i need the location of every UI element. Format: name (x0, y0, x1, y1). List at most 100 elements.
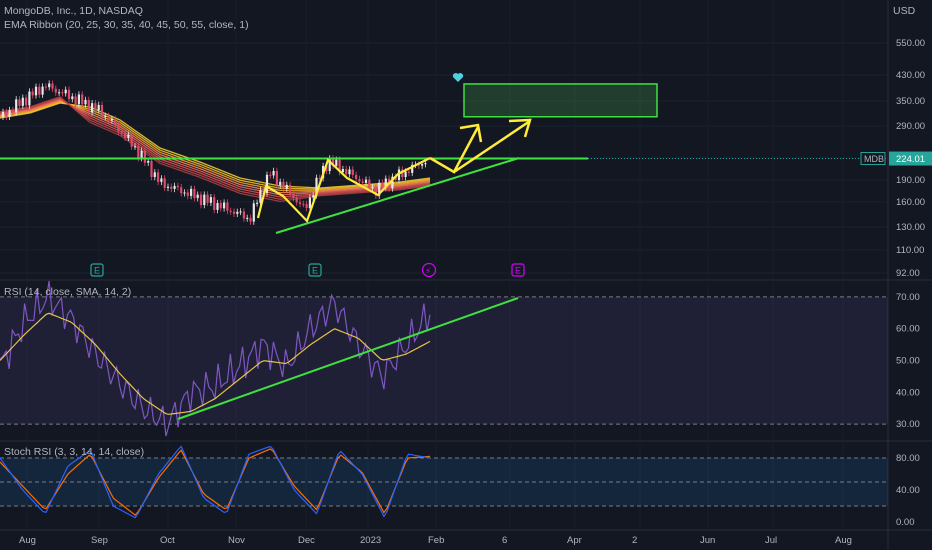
candle-up (21, 97, 24, 106)
candle-up (48, 83, 51, 88)
candle-down (355, 174, 358, 179)
time-tick-label: Feb (428, 535, 444, 546)
candle-up (279, 181, 282, 186)
candle-down (94, 103, 97, 110)
time-tick-label: Jun (700, 535, 715, 546)
symbol-title: MongoDB, Inc., 1D, NASDAQ (4, 5, 143, 17)
candle-up (166, 186, 170, 188)
currency-label: USD (893, 5, 916, 17)
candle-up (183, 192, 186, 194)
candle-up (110, 118, 113, 121)
time-tick-label: Dec (298, 535, 315, 546)
candle-down (38, 86, 41, 95)
candle-up (341, 169, 344, 173)
candle-down (25, 97, 28, 106)
candle-down (87, 99, 90, 113)
candle-down (107, 115, 110, 121)
stoch-tick-label: 0.00 (896, 517, 915, 528)
candle-down (249, 217, 252, 222)
chart-canvas[interactable]: 550.00 430.00 350.00 290.00 2 40.00 190.00 160.… (0, 0, 932, 550)
candle-down (368, 179, 371, 189)
candle-up (34, 86, 38, 96)
candle-down (61, 92, 64, 94)
candle-down (120, 131, 123, 134)
time-tick-label: 2 (632, 535, 637, 546)
ema-ribbon-title: EMA Ribbon (20, 25, 30, 35, 40, 45, 50, … (4, 19, 249, 31)
candle-down (51, 83, 54, 89)
candle-down (67, 89, 71, 100)
time-tick-label: Oct (160, 535, 175, 546)
arrow-2-path (453, 119, 531, 174)
dividend-marker-label: ⚡ (425, 267, 431, 277)
candle-down (124, 133, 127, 138)
candle-down (229, 210, 232, 212)
stoch-tick-label: 80.00 (896, 453, 920, 464)
candle-up (190, 188, 193, 196)
candle-up (104, 115, 107, 117)
candle-down (298, 202, 302, 204)
candle-down (176, 185, 179, 188)
rsi-tick-label: 70.00 (896, 292, 920, 303)
candle-up (239, 211, 242, 213)
candle-up (216, 203, 219, 210)
candle-down (295, 197, 298, 203)
candle-down (199, 194, 203, 206)
candle-down (18, 99, 21, 106)
arrow-1-path (429, 126, 480, 174)
candle-up (272, 170, 275, 176)
candle-up (285, 184, 288, 189)
candle-up (252, 203, 255, 222)
candle-up (236, 211, 239, 214)
candle-up (404, 171, 407, 178)
candle-up (147, 160, 150, 163)
candle-down (226, 202, 229, 211)
candle-up (246, 217, 249, 219)
candle-up (71, 96, 74, 100)
candle-down (130, 134, 133, 147)
candle-up (364, 179, 368, 183)
candle-up (348, 169, 351, 175)
candle-down (358, 178, 361, 182)
price-tag-value: 224.01 (896, 154, 925, 165)
candle-up (256, 202, 259, 204)
rsi-tick-label: 50.00 (896, 356, 920, 367)
candle-up (308, 197, 311, 208)
candle-up (84, 99, 87, 105)
price-tick-label: 190.00 (896, 175, 925, 186)
candle-up (8, 110, 11, 117)
candle-down (275, 170, 278, 186)
candle-down (74, 96, 77, 105)
time-tick-label: Aug (19, 535, 36, 546)
candle-up (77, 94, 80, 105)
candle-down (213, 197, 216, 210)
candle-up (28, 91, 31, 106)
candle-down (407, 171, 410, 173)
time-tick-label: Nov (228, 535, 245, 546)
candle-down (206, 194, 209, 203)
candle-down (302, 203, 305, 205)
price-tick-label: 130.00 (896, 222, 925, 233)
candle-down (163, 178, 166, 188)
price-tick-label: 110.00 (896, 245, 924, 256)
candle-down (282, 181, 285, 189)
price-tick-label: 290.00 (896, 121, 925, 132)
candle-down (242, 211, 245, 219)
candle-up (371, 187, 374, 189)
rsi-title: RSI (14, close, SMA, 14, 2) (4, 286, 132, 298)
candle-up (97, 104, 100, 110)
time-tick-label: 2023 (360, 535, 381, 546)
earnings-marker-label: E (515, 266, 521, 276)
target-zone-box (463, 83, 658, 118)
candle-down (345, 169, 348, 175)
candle-down (114, 118, 117, 125)
stoch-rsi-title: Stoch RSI (3, 3, 14, 14, close) (4, 446, 145, 458)
price-tick-label: 160.00 (896, 197, 925, 208)
price-tag: MDB 224.01 (860, 151, 932, 166)
candle-up (312, 195, 315, 198)
candle-down (100, 104, 104, 117)
candle-down (137, 146, 140, 159)
candle-down (305, 204, 308, 208)
price-tick-label: 550.00 (896, 38, 925, 49)
candle-up (1, 111, 5, 117)
candle-down (186, 192, 189, 196)
